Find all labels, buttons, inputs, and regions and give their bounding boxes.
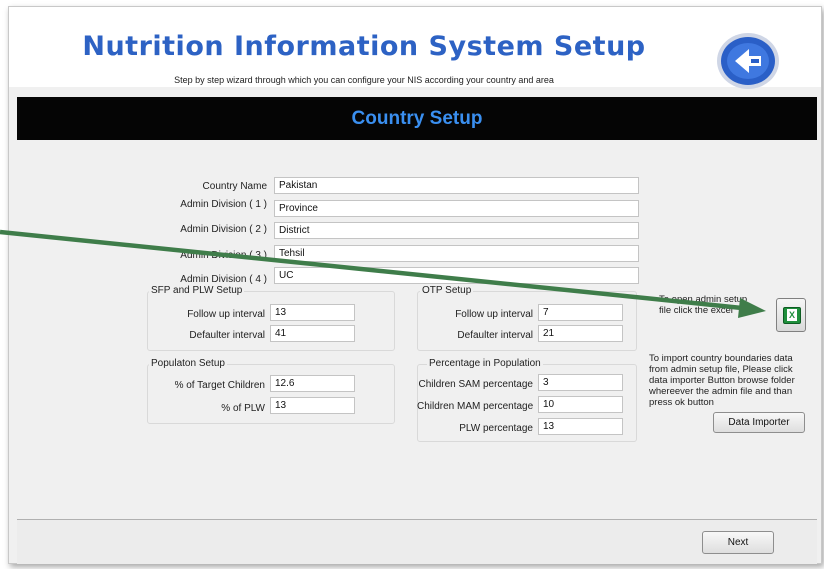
mam-percentage-field[interactable] xyxy=(538,396,623,413)
importer-note-line: data importer Button browse folder xyxy=(649,375,795,386)
importer-note-line: from admin setup file, Please click xyxy=(649,364,793,375)
sfp-defaulter-field[interactable] xyxy=(270,325,355,342)
sfp-defaulter-label: Defaulter interval xyxy=(189,330,265,341)
target-children-field[interactable] xyxy=(270,375,355,392)
data-importer-button[interactable]: Data Importer xyxy=(713,412,805,433)
otp-defaulter-field[interactable] xyxy=(538,325,623,342)
otp-follow-up-label: Follow up interval xyxy=(455,309,533,320)
target-children-label: % of Target Children xyxy=(174,380,265,391)
country-name-field[interactable] xyxy=(274,177,639,194)
importer-note-line: press ok button xyxy=(649,397,714,408)
nis-logo-icon xyxy=(717,33,779,89)
importer-note-line: To import country boundaries data xyxy=(649,353,793,364)
admin-division-2-label: Admin Division ( 2 ) xyxy=(180,224,267,235)
admin-division-4-label: Admin Division ( 4 ) xyxy=(180,274,267,285)
sam-percentage-field[interactable] xyxy=(538,374,623,391)
footer: Next xyxy=(17,520,817,564)
admin-division-3-label: Admin Division ( 3 ) xyxy=(180,250,267,261)
admin-division-4-field[interactable] xyxy=(274,267,639,284)
admin-division-1-label: Admin Division ( 1 ) xyxy=(180,199,267,210)
otp-follow-up-field[interactable] xyxy=(538,304,623,321)
percentage-group-title: Percentage in Population xyxy=(427,358,543,369)
plw-percentage-field[interactable] xyxy=(538,418,623,435)
sfp-group-title: SFP and PLW Setup xyxy=(149,285,245,296)
population-group xyxy=(147,364,395,424)
admin-division-3-field[interactable] xyxy=(274,245,639,262)
country-name-label: Country Name xyxy=(202,181,267,192)
page-title: Nutrition Information System Setup xyxy=(82,31,646,62)
sfp-follow-up-field[interactable] xyxy=(270,304,355,321)
otp-group-title: OTP Setup xyxy=(420,285,474,296)
next-button[interactable]: Next xyxy=(702,531,774,554)
admin-division-1-field[interactable] xyxy=(274,200,639,217)
admin-division-2-field[interactable] xyxy=(274,222,639,239)
page-subtitle: Step by step wizard through which you ca… xyxy=(174,75,554,85)
excel-icon xyxy=(783,307,801,324)
sam-percentage-label: Children SAM percentage xyxy=(418,379,533,390)
plw-field[interactable] xyxy=(270,397,355,414)
header: Nutrition Information System Setup Step … xyxy=(9,7,821,89)
otp-group xyxy=(417,291,637,351)
mam-percentage-label: Children MAM percentage xyxy=(417,401,534,412)
section-banner: Country Setup xyxy=(17,97,817,140)
population-group-title: Populaton Setup xyxy=(149,358,227,369)
setup-window: Nutrition Information System Setup Step … xyxy=(8,6,822,564)
importer-note: To import country boundaries data from a… xyxy=(649,353,795,408)
importer-note-line: whereever the admin file and than xyxy=(649,386,793,397)
sfp-follow-up-label: Follow up interval xyxy=(187,309,265,320)
excel-note: To open admin setup file click the excel xyxy=(659,294,747,316)
excel-note-line: file click the excel xyxy=(659,305,733,316)
plw-label: % of PLW xyxy=(221,403,265,414)
otp-defaulter-label: Defaulter interval xyxy=(457,330,533,341)
plw-percentage-label: PLW percentage xyxy=(459,423,533,434)
excel-note-line: To open admin setup xyxy=(659,294,748,305)
sfp-group xyxy=(147,291,395,351)
open-excel-button[interactable] xyxy=(776,298,806,332)
